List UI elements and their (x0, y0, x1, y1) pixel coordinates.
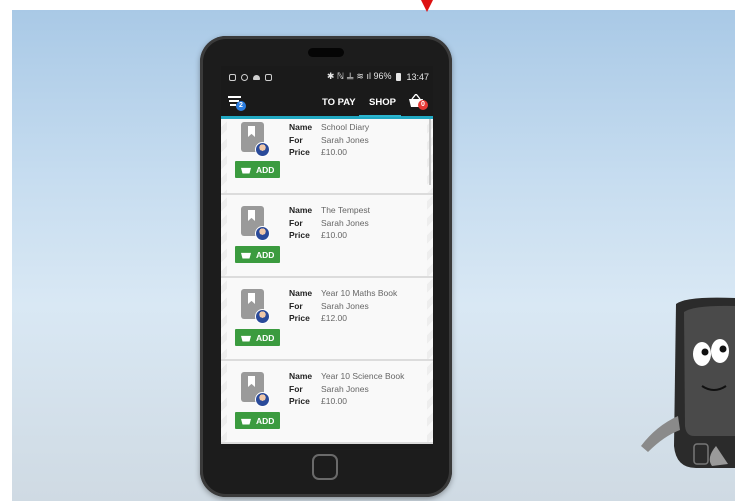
product-details: Name School Diary For Sarah Jones Price £10… (289, 121, 369, 159)
product-details: Name Year 10 Maths Book For Sarah Jones Pr… (289, 287, 397, 325)
for-label: For (289, 217, 303, 228)
for-label: For (289, 300, 303, 311)
phone-frame: ✱ ℕ 𝍦 ≋ ıl 96% 13:47 2 TO PAY SHOP 0 Nam… (200, 36, 452, 497)
for-label: For (289, 134, 303, 145)
price-label: Price (289, 147, 310, 157)
product-thumbnail (241, 289, 270, 324)
list-item: Name The Tempest For Sarah Jones Price £10.… (221, 195, 433, 278)
name-label: Name (289, 288, 313, 298)
product-price: £10.00 (321, 147, 347, 157)
filter-count-badge: 2 (236, 101, 246, 111)
product-thumbnail (241, 372, 270, 407)
student-avatar (255, 309, 270, 324)
basket-icon (241, 335, 251, 342)
product-name: Year 10 Science Book (321, 371, 405, 381)
filter-button[interactable]: 2 (228, 93, 246, 111)
add-button-label: ADD (256, 332, 275, 343)
tab-shop[interactable]: SHOP (369, 97, 396, 108)
price-label: Price (289, 230, 310, 240)
scrollbar[interactable] (429, 119, 431, 185)
phone-mascot-illustration (641, 297, 735, 468)
student-avatar (255, 142, 270, 157)
status-left-icons (229, 73, 272, 81)
add-to-basket-button[interactable]: ADD (235, 246, 280, 263)
price-label: Price (289, 396, 310, 406)
image-icon (265, 73, 272, 81)
add-to-basket-button[interactable]: ADD (235, 329, 280, 346)
add-to-basket-button[interactable]: ADD (235, 412, 280, 429)
red-pointer-arrow (421, 0, 433, 12)
product-details: Name Year 10 Science Book For Sarah Jones … (289, 370, 404, 408)
name-label: Name (289, 371, 313, 381)
product-details: Name The Tempest For Sarah Jones Price £10.… (289, 204, 370, 242)
bookmark-icon (248, 376, 255, 387)
product-list: Name School Diary For Sarah Jones Price £10… (221, 119, 433, 444)
cart-count-badge: 0 (418, 100, 428, 110)
cloud-icon (253, 74, 260, 80)
student-name: Sarah Jones (321, 134, 369, 145)
student-avatar (255, 226, 270, 241)
product-name: Year 10 Maths Book (321, 288, 398, 298)
student-name: Sarah Jones (321, 300, 369, 311)
notification-icon (229, 73, 236, 81)
product-price: £12.00 (321, 313, 347, 323)
status-bar: ✱ ℕ 𝍦 ≋ ıl 96% 13:47 (221, 66, 433, 88)
status-time: 13:47 (406, 72, 429, 82)
phone-speaker (308, 48, 344, 57)
list-item: Name Year 10 Maths Book For Sarah Jones Pr… (221, 278, 433, 361)
basket-icon (241, 252, 251, 259)
top-nav-bar: 2 TO PAY SHOP 0 (221, 88, 433, 117)
product-thumbnail (241, 122, 270, 157)
for-label: For (289, 383, 303, 394)
home-button[interactable] (312, 454, 338, 480)
filter-icon (228, 96, 241, 98)
price-label: Price (289, 313, 310, 323)
active-tab-indicator (359, 115, 401, 117)
status-right: ✱ ℕ 𝍦 ≋ ıl 96% 13:47 (327, 69, 429, 85)
student-name: Sarah Jones (321, 383, 369, 394)
signal-status-text: ✱ ℕ 𝍦 ≋ ıl 96% (326, 71, 392, 81)
bookmark-icon (248, 126, 255, 137)
list-item: Name Year 10 Science Book For Sarah Jones … (221, 361, 433, 444)
alarm-icon (241, 73, 248, 81)
name-label: Name (289, 205, 313, 215)
add-button-label: ADD (256, 249, 275, 260)
add-button-label: ADD (256, 415, 275, 426)
product-price: £10.00 (321, 396, 347, 406)
add-button-label: ADD (256, 164, 275, 175)
phone-screen: ✱ ℕ 𝍦 ≋ ıl 96% 13:47 2 TO PAY SHOP 0 Nam… (221, 66, 433, 449)
product-name: The Tempest (321, 205, 370, 215)
list-item: Name School Diary For Sarah Jones Price £10… (221, 119, 433, 195)
bookmark-icon (248, 293, 255, 304)
bookmark-icon (248, 210, 255, 221)
battery-icon (396, 73, 402, 81)
cart-button[interactable]: 0 (408, 92, 428, 110)
product-price: £10.00 (321, 230, 347, 240)
product-thumbnail (241, 206, 270, 241)
basket-icon (241, 167, 251, 174)
student-avatar (255, 392, 270, 407)
name-label: Name (289, 122, 313, 132)
product-name: School Diary (321, 122, 370, 132)
tab-to-pay[interactable]: TO PAY (322, 97, 356, 108)
add-to-basket-button[interactable]: ADD (235, 161, 280, 178)
basket-icon (241, 418, 251, 425)
student-name: Sarah Jones (321, 217, 369, 228)
